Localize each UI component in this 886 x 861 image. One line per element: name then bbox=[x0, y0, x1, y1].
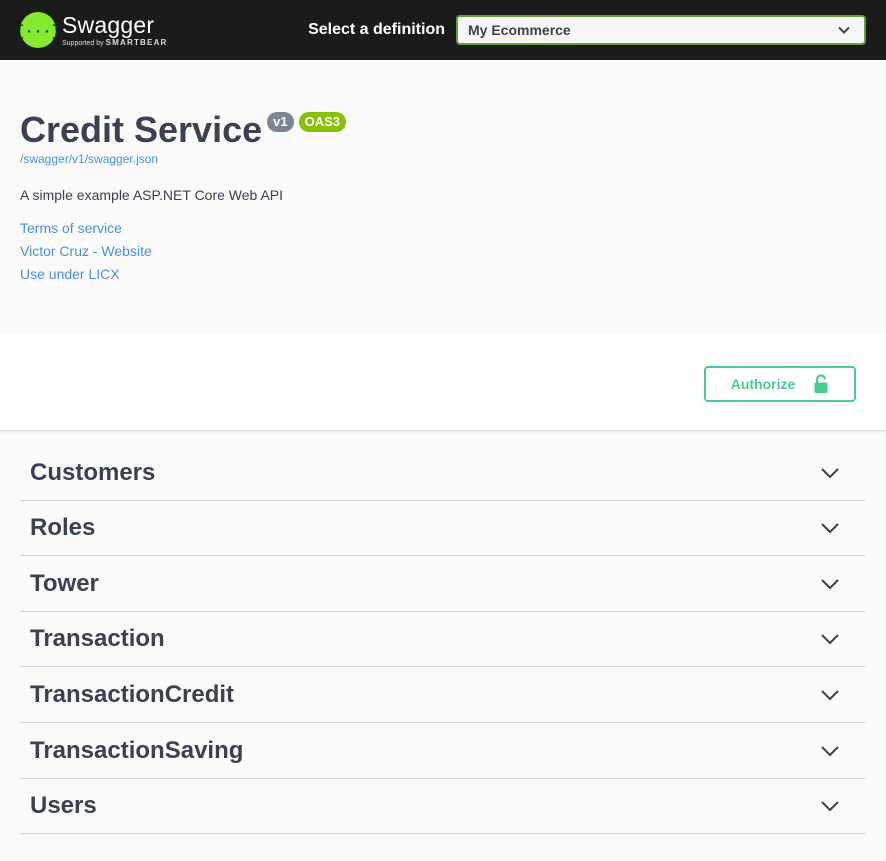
chevron-down-icon bbox=[838, 26, 850, 34]
topbar: {···} Swagger Supported by SMARTBEAR Sel… bbox=[0, 0, 886, 60]
license-link[interactable]: Use under LICX bbox=[20, 263, 866, 286]
tag-name: Customers bbox=[30, 458, 156, 486]
definition-selector: Select a definition My Ecommerce bbox=[308, 15, 866, 45]
definition-selected-value: My Ecommerce bbox=[468, 22, 571, 38]
title-row: Credit Service v1 OAS3 bbox=[20, 108, 866, 152]
brand-subtitle: Supported by SMARTBEAR bbox=[62, 38, 168, 48]
chevron-down-icon[interactable] bbox=[820, 574, 840, 594]
chevron-down-icon[interactable] bbox=[820, 629, 840, 649]
definition-label: Select a definition bbox=[308, 21, 445, 38]
authorize-label: Authorize bbox=[730, 375, 796, 392]
authorize-button[interactable]: Authorize bbox=[704, 365, 856, 402]
tag-section-users[interactable]: Users bbox=[20, 779, 866, 834]
tag-name: Tower bbox=[30, 569, 99, 597]
tag-section-roles[interactable]: Roles bbox=[20, 501, 866, 556]
tag-name: TransactionSaving bbox=[30, 736, 244, 764]
tag-name: Roles bbox=[30, 514, 96, 541]
scheme-container: Authorize bbox=[0, 334, 886, 431]
swagger-logo-icon: {···} bbox=[20, 12, 56, 48]
contact-website-link[interactable]: Victor Cruz - Website bbox=[20, 240, 866, 263]
terms-of-service-link[interactable]: Terms of service bbox=[20, 217, 866, 240]
tag-name: TransactionCredit bbox=[30, 680, 235, 708]
chevron-down-icon[interactable] bbox=[820, 685, 840, 705]
brand-name: Swagger bbox=[62, 11, 155, 38]
brand-sub-company: SMARTBEAR bbox=[105, 37, 168, 47]
svg-text:{···}: {···} bbox=[20, 24, 56, 41]
chevron-down-icon[interactable] bbox=[820, 518, 840, 538]
page-title: Credit Service bbox=[20, 109, 263, 150]
chevron-down-icon[interactable] bbox=[820, 741, 840, 761]
chevron-down-icon[interactable] bbox=[820, 796, 840, 816]
tag-name: Users bbox=[30, 792, 97, 819]
brand[interactable]: {···} Swagger Supported by SMARTBEAR bbox=[20, 12, 168, 48]
spec-url-link[interactable]: /swagger/v1/swagger.json bbox=[20, 152, 866, 166]
tag-name: Transaction bbox=[30, 625, 165, 652]
tag-section-tower[interactable]: Tower bbox=[20, 556, 866, 612]
tag-section-transaction[interactable]: Transaction bbox=[20, 612, 866, 667]
definition-select[interactable]: My Ecommerce bbox=[456, 15, 866, 45]
tag-section-customers[interactable]: Customers bbox=[20, 445, 866, 501]
version-badge: v1 bbox=[267, 112, 294, 132]
oas-badge: OAS3 bbox=[298, 112, 346, 132]
brand-text: Swagger Supported by SMARTBEAR bbox=[62, 13, 168, 48]
api-info: Credit Service v1 OAS3 /swagger/v1/swagg… bbox=[0, 60, 886, 334]
brand-sub-prefix: Supported by bbox=[62, 39, 104, 47]
tag-section-transactionsaving[interactable]: TransactionSaving bbox=[20, 723, 866, 779]
unlocked-lock-icon bbox=[814, 373, 828, 393]
tag-list: Customers Roles Tower Transaction Transa… bbox=[0, 431, 886, 834]
api-description: A simple example ASP.NET Core Web API bbox=[20, 187, 284, 203]
tag-section-transactioncredit[interactable]: TransactionCredit bbox=[20, 667, 866, 723]
chevron-down-icon[interactable] bbox=[820, 463, 840, 483]
